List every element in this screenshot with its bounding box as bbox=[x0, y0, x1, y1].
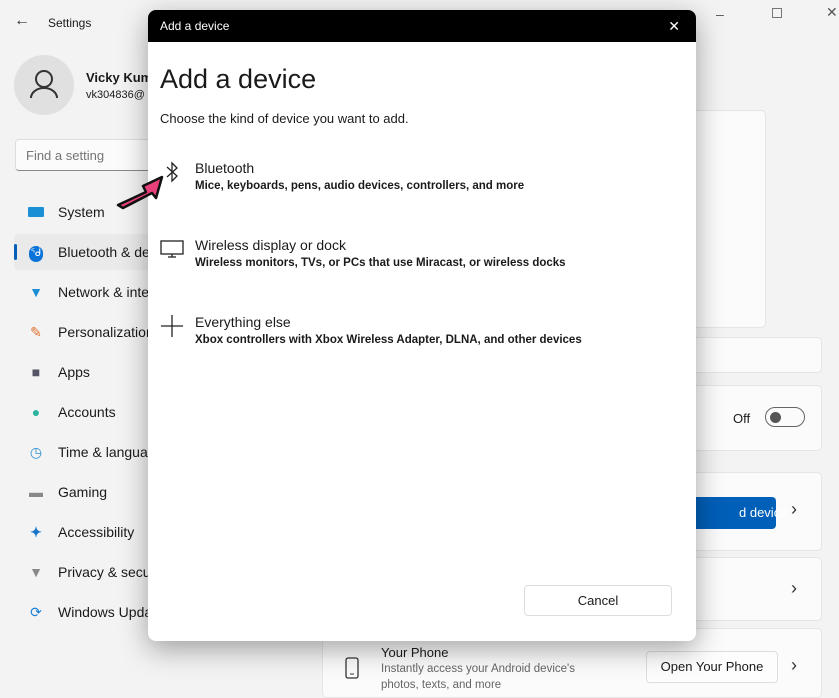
chevron-right-icon[interactable]: › bbox=[791, 578, 797, 599]
sidebar-item-network-inte[interactable]: ▼ Network & inte bbox=[14, 274, 154, 310]
option-desc: Xbox controllers with Xbox Wireless Adap… bbox=[195, 334, 582, 346]
back-button[interactable]: ← bbox=[14, 12, 30, 30]
person-icon bbox=[30, 70, 58, 99]
open-your-phone-button[interactable]: Open Your Phone bbox=[646, 651, 778, 683]
option-title: Bluetooth bbox=[195, 160, 255, 176]
sidebar-item-label: Network & inte bbox=[58, 284, 150, 300]
add-device-label: d device bbox=[739, 505, 788, 520]
wifi-icon: ▼ bbox=[29, 284, 43, 300]
close-window-button[interactable]: ✕ bbox=[826, 4, 838, 21]
apps-icon: ■ bbox=[31, 364, 41, 380]
your-phone-title: Your Phone bbox=[381, 645, 449, 660]
sidebar-item-apps[interactable]: ■ Apps bbox=[14, 354, 154, 390]
avatar bbox=[14, 55, 74, 115]
update-icon: ⟳ bbox=[30, 603, 42, 620]
sidebar-item-label: Gaming bbox=[58, 484, 108, 500]
option-title: Everything else bbox=[195, 314, 291, 330]
option-title: Wireless display or dock bbox=[195, 237, 346, 253]
your-phone-desc-2: photos, texts, and more bbox=[381, 679, 502, 691]
sidebar-item-label: Time & langua bbox=[58, 444, 148, 460]
gamepad-icon: ▬ bbox=[29, 484, 43, 500]
sidebar-item-bluetooth-de[interactable]: ᖂ Bluetooth & de bbox=[14, 234, 154, 270]
option-bluetooth[interactable]: Bluetooth Mice, keyboards, pens, audio de… bbox=[160, 160, 524, 192]
sidebar-item-label: Apps bbox=[58, 364, 90, 380]
sidebar-item-personalization[interactable]: ✎ Personalization bbox=[14, 314, 154, 350]
close-icon[interactable]: ✕ bbox=[668, 18, 680, 35]
dialog-title: Add a device bbox=[160, 19, 230, 33]
sidebar-item-windows-upda[interactable]: ⟳ Windows Upda bbox=[14, 594, 154, 630]
sidebar-item-label: Bluetooth & de bbox=[58, 244, 150, 260]
user-email: vk304836@ bbox=[86, 89, 145, 101]
bluetooth-icon: ᖂ bbox=[26, 243, 46, 262]
add-device-dialog: Add a device ✕ Add a device Choose the k… bbox=[148, 10, 696, 641]
dialog-subtitle: Choose the kind of device you want to ad… bbox=[160, 111, 409, 126]
bluetooth-toggle[interactable] bbox=[765, 407, 805, 427]
sidebar-item-label: Accessibility bbox=[58, 524, 135, 540]
option-desc: Wireless monitors, TVs, or PCs that use … bbox=[195, 257, 566, 269]
window-title: Settings bbox=[48, 16, 92, 30]
sidebar-item-privacy-secu[interactable]: ▼ Privacy & secu bbox=[14, 554, 154, 590]
chevron-right-icon[interactable]: › bbox=[791, 499, 797, 520]
sidebar-item-accessibility[interactable]: ✦ Accessibility bbox=[14, 514, 154, 550]
sidebar-item-label: Accounts bbox=[58, 404, 116, 420]
shield-icon: ▼ bbox=[29, 564, 43, 580]
sidebar-item-time-langua[interactable]: ◷ Time & langua bbox=[14, 434, 154, 470]
cancel-button[interactable]: Cancel bbox=[524, 585, 672, 616]
dialog-titlebar: Add a device ✕ bbox=[148, 10, 696, 42]
maximize-button[interactable] bbox=[772, 8, 782, 18]
sidebar-item-gaming[interactable]: ▬ Gaming bbox=[14, 474, 154, 510]
monitor-icon bbox=[160, 240, 184, 258]
brush-icon: ✎ bbox=[30, 323, 42, 340]
sidebar-item-accounts[interactable]: ● Accounts bbox=[14, 394, 154, 430]
annotation-arrow-icon bbox=[116, 175, 164, 210]
dialog-heading: Add a device bbox=[160, 64, 317, 94]
your-phone-desc: Instantly access your Android device's bbox=[381, 663, 575, 675]
toggle-label: Off bbox=[733, 411, 751, 426]
chevron-right-icon[interactable]: › bbox=[791, 655, 797, 676]
sidebar-item-label: Personalization bbox=[58, 324, 154, 340]
user-name: Vicky Kum bbox=[86, 70, 153, 85]
person-icon: ● bbox=[31, 404, 41, 420]
sidebar-item-label: System bbox=[58, 204, 105, 220]
option-wireless-display[interactable]: Wireless display or dock Wireless monitor… bbox=[160, 237, 566, 269]
plus-icon bbox=[161, 315, 183, 337]
sidebar-item-label: Windows Upda bbox=[58, 604, 153, 620]
system-icon bbox=[26, 204, 46, 220]
option-desc: Mice, keyboards, pens, audio devices, co… bbox=[195, 180, 525, 192]
accessibility-icon: ✦ bbox=[30, 523, 42, 540]
minimize-button[interactable]: – bbox=[716, 6, 724, 22]
option-everything-else[interactable]: Everything else Xbox controllers with Xbo… bbox=[160, 314, 582, 346]
sidebar-item-label: Privacy & secu bbox=[58, 564, 151, 580]
phone-icon bbox=[345, 657, 359, 679]
clock-globe-icon: ◷ bbox=[29, 443, 43, 460]
